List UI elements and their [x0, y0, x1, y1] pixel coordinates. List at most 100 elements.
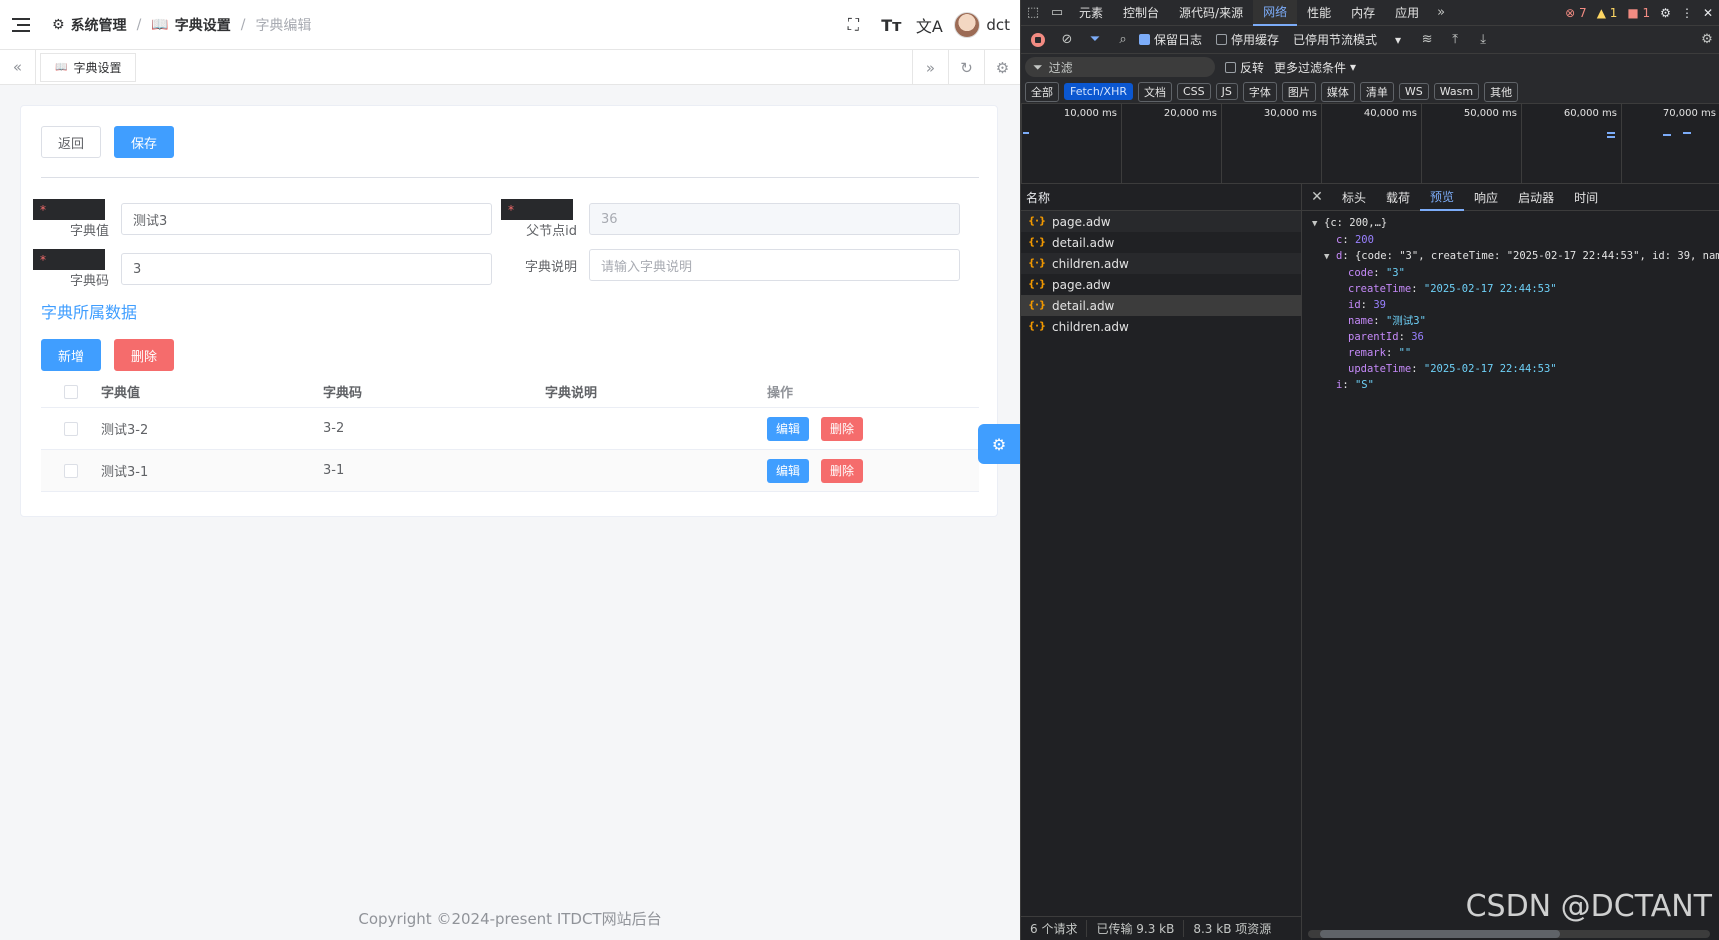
- caret-down-icon: ▾: [1350, 60, 1357, 74]
- add-button[interactable]: 新增: [41, 339, 101, 371]
- timeline-request-bar: [1607, 136, 1615, 138]
- json-line: name: "测试3": [1348, 315, 1426, 327]
- dict-desc-input[interactable]: 请输入字典说明: [589, 249, 960, 281]
- inspect-icon[interactable]: ⬚: [1021, 0, 1045, 26]
- kebab-menu-icon[interactable]: ⋮: [1681, 6, 1693, 20]
- filter-chip[interactable]: 全部: [1025, 81, 1059, 102]
- request-row[interactable]: {·} page.adw: [1021, 274, 1301, 295]
- cell-value: 测试3-1: [101, 465, 149, 480]
- row-checkbox[interactable]: [64, 421, 78, 436]
- breadcrumb-item-system[interactable]: ⚙ 系统管理: [52, 15, 127, 35]
- close-icon[interactable]: ✕: [1302, 189, 1332, 205]
- chevrons-right-icon[interactable]: »: [912, 50, 948, 85]
- translate-icon[interactable]: 文A: [910, 0, 948, 50]
- devtools-tab[interactable]: 内存: [1341, 0, 1385, 26]
- preserve-log-checkbox[interactable]: 保留日志: [1139, 31, 1202, 48]
- disable-cache-checkbox[interactable]: 停用缓存: [1216, 31, 1279, 48]
- close-icon[interactable]: ✕: [1703, 6, 1713, 20]
- request-row[interactable]: {·} children.adw: [1021, 253, 1301, 274]
- detail-tab[interactable]: 时间: [1564, 184, 1608, 211]
- chevrons-left-icon[interactable]: «: [0, 49, 36, 85]
- detail-tab[interactable]: 标头: [1332, 184, 1376, 211]
- request-row-selected[interactable]: {·} detail.adw: [1021, 295, 1301, 316]
- dict-value-input[interactable]: 测试3: [121, 203, 492, 235]
- filter-chip[interactable]: CSS: [1176, 83, 1211, 100]
- json-d[interactable]: ▼ d: {code: "3", createTime: "2025-02-17 …: [1312, 248, 1719, 265]
- name-column-header[interactable]: 名称: [1021, 184, 1301, 211]
- filter-chip[interactable]: 文档: [1137, 81, 1172, 102]
- detail-tab[interactable]: 响应: [1464, 184, 1508, 211]
- warning-count[interactable]: ▲ 1: [1597, 6, 1618, 20]
- more-filters-select[interactable]: 更多过滤条件 ▾: [1274, 59, 1356, 76]
- settings-icon[interactable]: ⚙: [984, 50, 1020, 85]
- filter-chip[interactable]: 图片: [1281, 81, 1316, 102]
- breadcrumb-separator: /: [136, 16, 142, 33]
- devtools-tab[interactable]: 元素: [1069, 0, 1113, 26]
- import-icon[interactable]: ⤒: [1443, 27, 1467, 53]
- search-icon[interactable]: ⌕: [1111, 27, 1135, 53]
- filter-chip[interactable]: 清单: [1359, 81, 1394, 102]
- fullscreen-icon[interactable]: ⛶: [834, 0, 872, 50]
- network-timeline[interactable]: 10,000 ms 20,000 ms 30,000 ms 40,000 ms …: [1021, 104, 1719, 184]
- column-header: 字典说明: [545, 386, 598, 401]
- error-count[interactable]: ⊗ 7: [1565, 6, 1587, 20]
- filter-input[interactable]: ⏷ 过滤: [1025, 57, 1215, 77]
- devtools-tab[interactable]: 控制台: [1113, 0, 1169, 26]
- devtools-tab[interactable]: 应用: [1385, 0, 1429, 26]
- row-checkbox[interactable]: [64, 463, 78, 478]
- edit-button[interactable]: 编辑: [767, 458, 810, 483]
- row-delete-button[interactable]: 删除: [821, 416, 864, 441]
- row-delete-button[interactable]: 删除: [821, 458, 864, 483]
- select-all-checkbox[interactable]: [64, 384, 78, 399]
- detail-tab-preview[interactable]: 预览: [1420, 184, 1465, 211]
- gear-icon: ⚙: [52, 16, 65, 33]
- horizontal-scrollbar[interactable]: [1308, 930, 1710, 938]
- delete-button[interactable]: 删除: [114, 339, 174, 371]
- network-settings-icon[interactable]: ⚙: [1695, 27, 1719, 53]
- device-toggle-icon[interactable]: ▭: [1045, 0, 1069, 26]
- request-row[interactable]: {·} detail.adw: [1021, 232, 1301, 253]
- back-button[interactable]: 返回: [41, 126, 101, 158]
- settings-gear-icon[interactable]: ⚙: [978, 424, 1020, 464]
- font-size-icon[interactable]: Tт: [872, 0, 910, 50]
- throttle-select[interactable]: 已停用节流模式 ▾: [1293, 31, 1401, 48]
- filter-chip[interactable]: Wasm: [1433, 83, 1480, 100]
- filter-chip[interactable]: WS: [1398, 83, 1429, 100]
- export-icon[interactable]: ⤓: [1471, 27, 1495, 53]
- clear-icon[interactable]: ⊘: [1055, 27, 1079, 53]
- detail-tabs: ✕ 标头 载荷 预览 响应 启动器 时间: [1302, 184, 1719, 211]
- json-root[interactable]: ▼ {c: 200,…}: [1312, 215, 1719, 232]
- issue-count[interactable]: ■ 1: [1627, 6, 1650, 20]
- filter-chip-fetch-xhr[interactable]: Fetch/XHR: [1064, 83, 1133, 100]
- invert-checkbox[interactable]: 反转: [1225, 59, 1264, 76]
- filter-chip[interactable]: 字体: [1242, 81, 1277, 102]
- edit-button[interactable]: 编辑: [767, 416, 810, 441]
- detail-tab[interactable]: 载荷: [1376, 184, 1420, 211]
- menu-toggle-icon[interactable]: [12, 17, 30, 32]
- filter-chip[interactable]: 媒体: [1320, 81, 1355, 102]
- tab-dict-settings[interactable]: 📖 字典设置: [40, 52, 137, 82]
- avatar[interactable]: [954, 12, 981, 38]
- request-row[interactable]: {·} children.adw: [1021, 316, 1301, 337]
- column-header: 字典值: [101, 386, 141, 401]
- save-button[interactable]: 保存: [114, 126, 174, 158]
- filter-chip[interactable]: 其他: [1484, 81, 1519, 102]
- dict-code-input[interactable]: 3: [121, 253, 492, 285]
- network-conditions-icon[interactable]: ≋: [1415, 27, 1439, 53]
- filter-chip[interactable]: JS: [1215, 83, 1238, 100]
- breadcrumb-item-dict[interactable]: 📖 字典设置: [151, 15, 230, 35]
- devtools-tab[interactable]: 性能: [1297, 0, 1341, 26]
- json-line: parentId: 36: [1348, 331, 1424, 343]
- more-tabs-icon[interactable]: »: [1429, 0, 1453, 26]
- username[interactable]: dct: [986, 16, 1010, 34]
- refresh-icon[interactable]: ↻: [948, 50, 984, 85]
- request-row[interactable]: {·} page.adw: [1021, 211, 1301, 232]
- type-filter-chips: 全部 Fetch/XHR 文档 CSS JS 字体 图片 媒体 清单 WS Wa…: [1021, 80, 1719, 104]
- book-icon: 📖: [151, 16, 169, 33]
- devtools-tab[interactable]: 源代码/来源: [1169, 0, 1253, 26]
- detail-tab[interactable]: 启动器: [1508, 184, 1564, 211]
- settings-icon[interactable]: ⚙: [1660, 6, 1671, 20]
- devtools-tab-network[interactable]: 网络: [1253, 0, 1298, 26]
- filter-icon[interactable]: ⏷: [1083, 27, 1107, 53]
- record-stop-icon[interactable]: [1031, 32, 1045, 47]
